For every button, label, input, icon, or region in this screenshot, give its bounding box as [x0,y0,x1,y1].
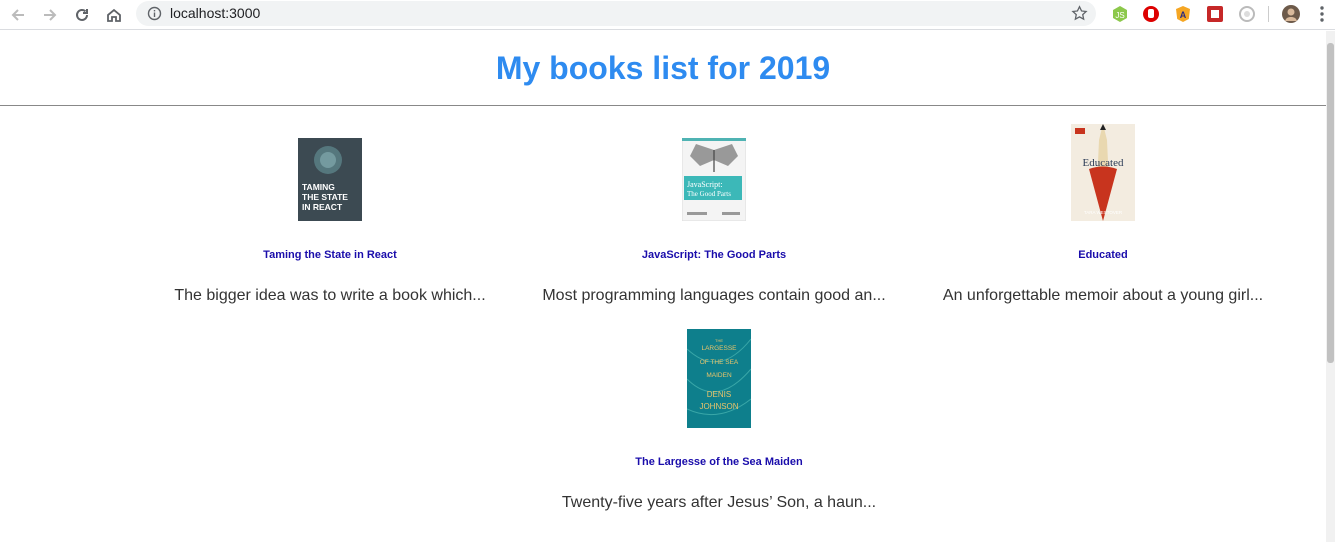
address-bar[interactable]: localhost:3000 [136,1,1096,26]
svg-text:JS: JS [1115,11,1124,20]
svg-text:TARA WESTOVER: TARA WESTOVER [1084,210,1123,215]
reload-button[interactable] [70,3,94,27]
svg-text:The Good Parts: The Good Parts [687,190,731,198]
arrow-left-icon [11,9,24,21]
svg-text:IN REACT: IN REACT [302,202,343,212]
profile-avatar[interactable] [1281,4,1301,24]
book-description: The bigger idea was to write a book whic… [174,287,486,304]
book-description: Twenty-five years after Jesus’ Son, a ha… [561,494,877,511]
book-cover-image[interactable]: THE LARGESSE OF THE SEA MAIDEN DENIS JOH… [687,329,751,428]
book-title-link[interactable]: Taming the State in React [263,249,397,261]
book-description: An unforgettable memoir about a young gi… [942,287,1264,304]
scrollbar-thumb[interactable] [1327,43,1334,363]
svg-text:Educated: Educated [1083,157,1124,169]
nodejs-extension-icon[interactable]: JS [1110,4,1130,24]
svg-text:LARGESSE: LARGESSE [701,345,737,352]
browser-toolbar: localhost:3000 JS A [0,0,1335,30]
title-divider [0,105,1326,106]
home-icon [107,8,121,22]
reload-icon [76,8,88,21]
angular-extension-icon[interactable]: A [1173,4,1193,24]
book-cover-image[interactable]: JavaScript: The Good Parts [682,138,746,221]
svg-text:TAMING: TAMING [302,182,335,192]
svg-text:A: A [1180,10,1187,20]
svg-text:MAIDEN: MAIDEN [706,372,732,379]
svg-text:JavaScript:: JavaScript: [687,180,723,189]
red-extension-icon[interactable] [1205,4,1225,24]
book-cover-image[interactable]: TAMING THE STATE IN REACT [298,138,362,221]
back-button[interactable] [6,3,30,27]
svg-text:JOHNSON: JOHNSON [699,402,738,411]
info-icon [147,6,162,21]
bookmark-star-icon[interactable] [1071,5,1088,22]
url-text: localhost:3000 [170,5,261,21]
svg-text:THE: THE [715,338,723,343]
page-content: My books list for 2019 TAMING THE STATE … [0,31,1326,542]
gray-extension-icon[interactable] [1237,4,1257,24]
arrow-right-icon [44,9,57,21]
svg-text:THE STATE: THE STATE [302,192,348,202]
ublock-extension-icon[interactable] [1141,4,1161,24]
book-cover-image[interactable]: Educated TARA WESTOVER [1071,124,1135,221]
kebab-menu-icon[interactable] [1312,4,1332,24]
book-description: Most programming languages contain good … [542,287,886,304]
book-title-link[interactable]: JavaScript: The Good Parts [642,249,786,261]
forward-button[interactable] [38,3,62,27]
toolbar-separator [1268,6,1269,22]
book-title-link[interactable]: Educated [1078,249,1128,261]
page-title: My books list for 2019 [495,50,831,86]
home-button[interactable] [102,3,126,27]
book-title-link[interactable]: The Largesse of the Sea Maiden [635,456,803,468]
svg-text:DENIS: DENIS [707,390,731,399]
svg-text:OF THE SEA: OF THE SEA [700,359,739,366]
